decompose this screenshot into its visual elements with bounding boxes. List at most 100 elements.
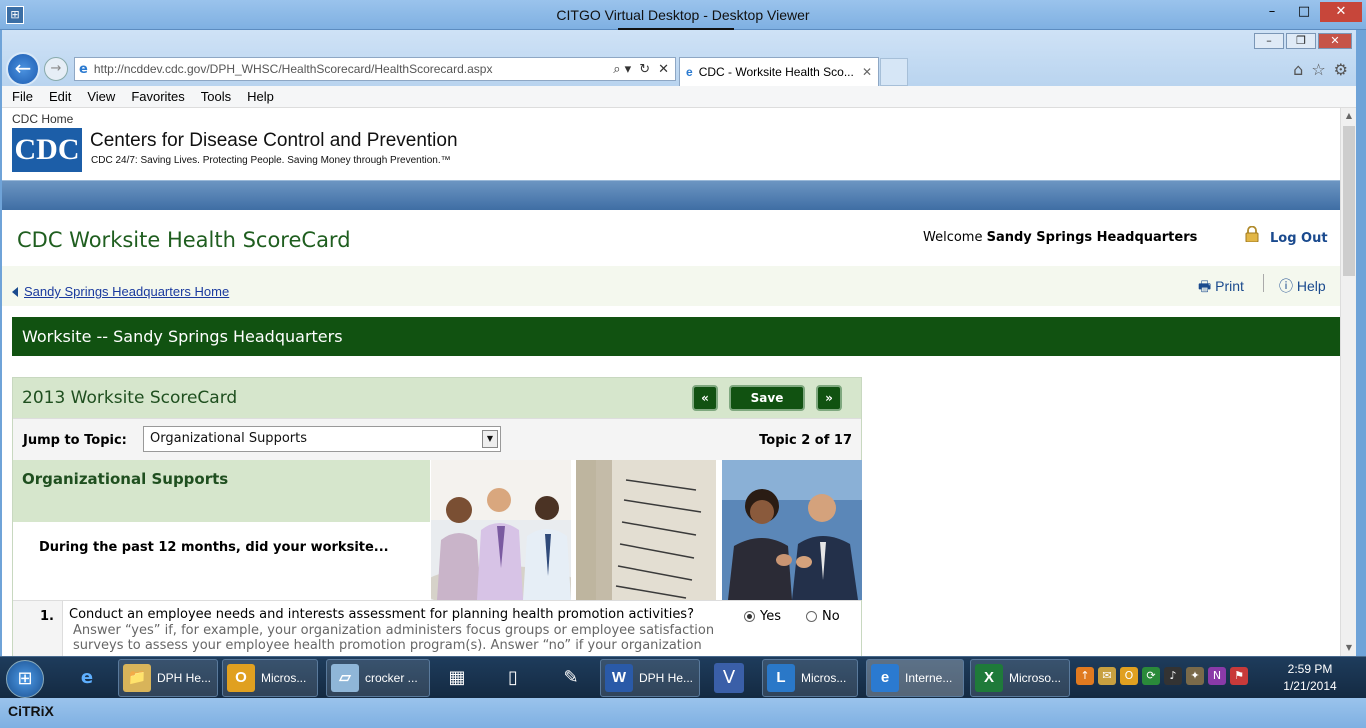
cdc-home-link[interactable]: CDC Home [12, 112, 73, 126]
new-tab-button[interactable] [880, 58, 908, 86]
favorites-star-icon[interactable]: ☆ [1311, 60, 1325, 79]
meeting-photo [431, 460, 571, 600]
onenote-icon[interactable]: N [1208, 667, 1226, 685]
scroll-up-icon[interactable]: ▲ [1341, 108, 1357, 124]
outlook-icon: O [227, 664, 255, 692]
taskbar-notepad-button[interactable]: ▱ crocker ... [326, 659, 430, 697]
address-url[interactable]: http://ncddev.cdc.gov/DPH_WHSC/HealthSco… [94, 62, 493, 76]
viewer-close-button[interactable]: ✕ [1320, 2, 1362, 22]
help-link[interactable]: ⓘ Help [1279, 276, 1326, 296]
word-icon: W [605, 664, 633, 692]
tab-close-icon[interactable]: ✕ [862, 65, 872, 79]
page-content: CDC Home CDC Centers for Disease Control… [2, 108, 1340, 656]
update-icon[interactable]: ↑ [1076, 667, 1094, 685]
taskbar-excel-button[interactable]: X Microso... [970, 659, 1070, 697]
folder-icon: 📁 [123, 664, 151, 692]
search-dropdown-icon[interactable]: ⌕ ▾ [613, 62, 631, 77]
menu-view[interactable]: View [87, 89, 115, 104]
print-link[interactable]: 🖶 Print [1198, 276, 1244, 300]
previous-topic-button[interactable]: « [692, 385, 718, 411]
ie-minimize-button[interactable]: – [1254, 33, 1284, 49]
answer-no-radio[interactable]: No [806, 609, 840, 624]
question-help-text: Answer “yes” if, for example, your organ… [73, 623, 715, 653]
question-number: 1. [40, 609, 54, 624]
taskbar-ie-button[interactable]: e Interne... [866, 659, 964, 697]
viewer-title-bar: ⊞ CITGO Virtual Desktop - Desktop Viewer… [0, 0, 1366, 30]
scorecard-panel: 2013 Worksite ScoreCard « Save » Jump to… [12, 377, 862, 656]
taskbar-label: Microso... [1009, 671, 1062, 685]
scroll-thumb[interactable] [1343, 126, 1355, 276]
visio-icon[interactable]: V [714, 663, 744, 693]
taskbar-word-button[interactable]: W DPH He... [600, 659, 700, 697]
cdc-logo[interactable]: CDC [12, 128, 82, 172]
audio-icon[interactable]: ♪ [1164, 667, 1182, 685]
settings-gear-icon[interactable]: ⚙ [1334, 60, 1348, 79]
clock-date: 1/21/2014 [1283, 679, 1337, 693]
radio-unselected-icon[interactable] [806, 611, 817, 622]
breadcrumb-home-link[interactable]: Sandy Springs Headquarters Home [12, 284, 229, 299]
viewer-maximize-button[interactable]: □ [1288, 2, 1320, 22]
menu-tools[interactable]: Tools [201, 89, 231, 104]
mail-icon[interactable]: ✉ [1098, 667, 1116, 685]
forward-button[interactable]: → [44, 57, 68, 81]
citrix-bar: CiTRiX [0, 698, 1366, 728]
ie-icon: e [79, 61, 88, 77]
topic-select-value: Organizational Supports [150, 431, 307, 446]
applause-photo [722, 460, 862, 600]
taskbar-label: crocker ... [365, 671, 418, 685]
lync-icon: L [767, 664, 795, 692]
menu-favorites[interactable]: Favorites [131, 89, 184, 104]
outlook-tray-icon[interactable]: O [1120, 667, 1138, 685]
menu-bar: File Edit View Favorites Tools Help [2, 86, 1356, 108]
question-number-cell: 1. [13, 601, 63, 656]
question-row: 1. Conduct an employee needs and interes… [13, 600, 861, 656]
excel-icon: X [975, 664, 1003, 692]
back-button[interactable]: ← [6, 52, 40, 86]
help-label: Help [1296, 278, 1326, 294]
viewer-title: CITGO Virtual Desktop - Desktop Viewer [556, 7, 810, 23]
document-icon[interactable]: ▯ [496, 661, 530, 695]
taskbar-label: Micros... [261, 671, 307, 685]
flag-icon[interactable]: ⚑ [1230, 667, 1248, 685]
menu-file[interactable]: File [12, 89, 33, 104]
clock-time: 2:59 PM [1287, 662, 1333, 676]
cdc-name: Centers for Disease Control and Preventi… [90, 130, 458, 151]
network-icon[interactable]: ✦ [1186, 667, 1204, 685]
tab-title: CDC - Worksite Health Sco... [698, 65, 854, 79]
paint-icon[interactable]: ✎ [554, 661, 588, 695]
system-clock[interactable]: 2:59 PM 1/21/2014 [1270, 661, 1350, 695]
home-icon[interactable]: ⌂ [1293, 60, 1303, 79]
notepad-icon: ▱ [331, 664, 359, 692]
start-button[interactable]: ⊞ [6, 660, 44, 698]
question-prompt: During the past 12 months, did your work… [39, 540, 389, 555]
viewer-minimize-button[interactable]: – [1256, 2, 1288, 22]
radio-selected-icon[interactable] [744, 611, 755, 622]
save-button[interactable]: Save [729, 385, 805, 411]
ie-window: – ❐ ✕ ← → e http://ncddev.cdc.gov/DPH_WH… [2, 30, 1356, 656]
scroll-down-icon[interactable]: ▼ [1341, 640, 1357, 656]
windows-taskbar: ⊞ e 📁 DPH He... O Micros... ▱ crocker ..… [0, 656, 1366, 698]
ie-close-button[interactable]: ✕ [1318, 33, 1352, 49]
stop-icon[interactable]: ✕ [658, 62, 669, 77]
taskbar-explorer-button[interactable]: 📁 DPH He... [118, 659, 218, 697]
ie-pinned-icon[interactable]: e [70, 661, 104, 695]
taskbar-lync-button[interactable]: L Micros... [762, 659, 858, 697]
next-topic-button[interactable]: » [816, 385, 842, 411]
vertical-scrollbar[interactable]: ▲ ▼ [1340, 108, 1356, 656]
menu-edit[interactable]: Edit [49, 89, 71, 104]
taskbar-outlook-button[interactable]: O Micros... [222, 659, 318, 697]
logout-link[interactable]: Log Out [1270, 231, 1328, 246]
answer-no-label: No [822, 609, 840, 624]
jump-row: Jump to Topic: Organizational Supports ▼… [13, 418, 861, 460]
menu-help[interactable]: Help [247, 89, 274, 104]
sync-icon[interactable]: ⟳ [1142, 667, 1160, 685]
topic-select[interactable]: Organizational Supports ▼ [143, 426, 501, 452]
calculator-icon[interactable]: ▦ [440, 661, 474, 695]
ie-restore-button[interactable]: ❐ [1286, 33, 1316, 49]
chevron-down-icon[interactable]: ▼ [482, 430, 498, 448]
taskbar-label: Micros... [801, 671, 847, 685]
refresh-icon[interactable]: ↻ [639, 62, 650, 77]
browser-tab[interactable]: e CDC - Worksite Health Sco... ✕ [679, 57, 879, 86]
answer-yes-radio[interactable]: Yes [744, 609, 781, 624]
address-bar[interactable]: e http://ncddev.cdc.gov/DPH_WHSC/HealthS… [74, 57, 676, 81]
